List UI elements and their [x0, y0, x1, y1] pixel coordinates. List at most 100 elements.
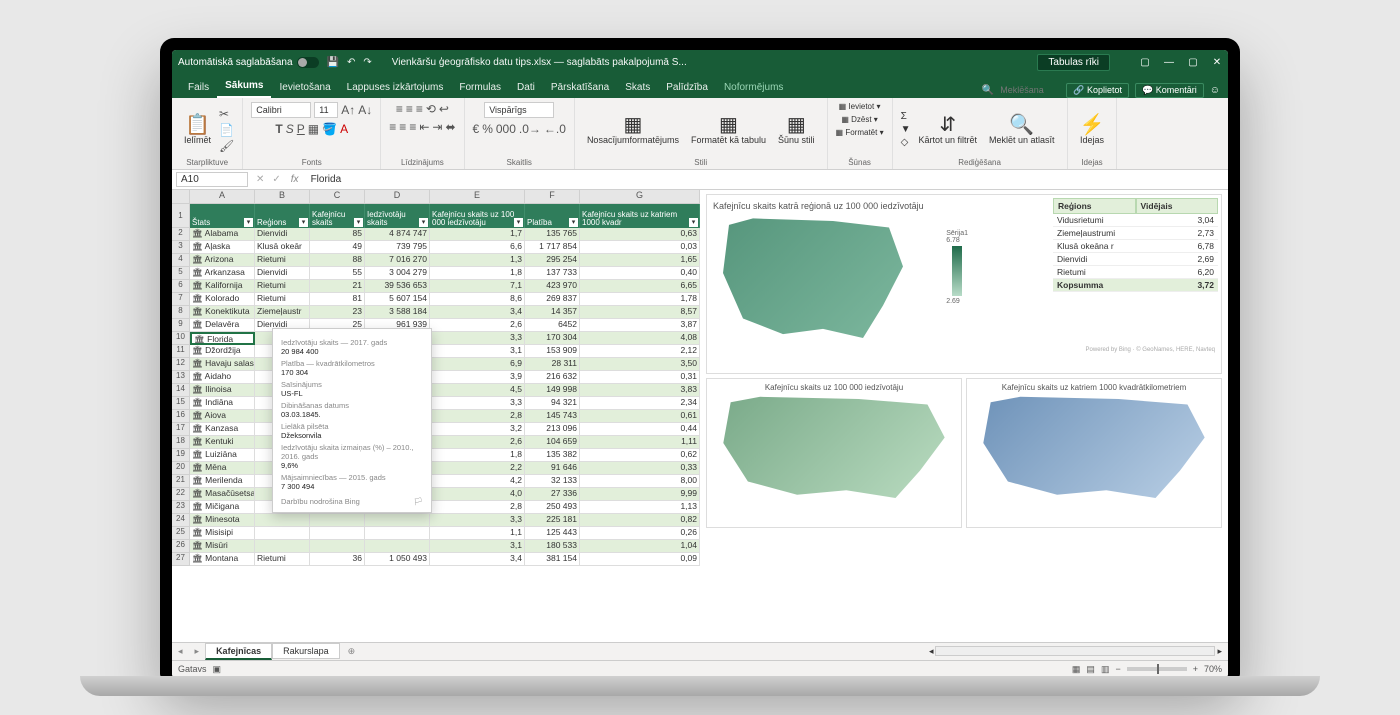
- worksheet-grid[interactable]: A B C D E F G 1 Štats▾ Reģions▾ Kafejnīc…: [172, 190, 700, 642]
- table-row[interactable]: 16 🏛 Aiova 2,8 145 743 0,61: [172, 410, 700, 423]
- table-row[interactable]: 3 🏛 Aļaska Klusā okeār 49 739 795 6,6 1 …: [172, 241, 700, 254]
- cut-icon[interactable]: ✂: [219, 107, 234, 121]
- pivot-row[interactable]: Vidusrietumi3,04: [1053, 214, 1218, 227]
- align-left-icon[interactable]: ≡: [389, 120, 396, 134]
- insert-cells-button[interactable]: ▦ Ievietot ▾: [839, 102, 881, 111]
- scroll-right-icon[interactable]: ▸: [1217, 646, 1222, 657]
- sheet-nav-prev[interactable]: ◂: [172, 646, 189, 657]
- decrease-font-icon[interactable]: A↓: [358, 103, 372, 117]
- indent-dec-icon[interactable]: ⇤: [419, 120, 429, 134]
- tab-help[interactable]: Palīdzība: [658, 78, 716, 98]
- bold-icon[interactable]: T: [275, 122, 282, 136]
- comments-button[interactable]: 💬 Komentāri: [1135, 83, 1204, 98]
- table-row[interactable]: 22 🏛 Masačūsetsa 4,0 27 336 9,99: [172, 488, 700, 501]
- format-as-table-button[interactable]: ▦Formatēt kā tabulu: [687, 112, 770, 148]
- delete-cells-button[interactable]: ▦ Dzēst ▾: [841, 115, 877, 124]
- tell-me-search[interactable]: [1000, 85, 1060, 95]
- close-icon[interactable]: ✕: [1212, 57, 1222, 68]
- filter-icon[interactable]: ▾: [244, 218, 253, 227]
- format-painter-icon[interactable]: 🖌: [219, 139, 234, 153]
- font-size[interactable]: 11: [314, 102, 338, 118]
- table-row[interactable]: 18 🏛 Kentuki 2,6 104 659 1,11: [172, 436, 700, 449]
- horizontal-scrollbar[interactable]: [935, 646, 1215, 656]
- tab-formulas[interactable]: Formulas: [451, 78, 509, 98]
- account-icon[interactable]: ☺: [1210, 85, 1220, 96]
- pivot-table[interactable]: ReģionsVidējais Vidusrietumi3,04Ziemeļau…: [1053, 198, 1218, 292]
- table-tools-tab[interactable]: Tabulas rīki: [1037, 54, 1110, 71]
- increase-font-icon[interactable]: A↑: [341, 103, 355, 117]
- fill-icon[interactable]: ▼: [901, 124, 911, 135]
- table-row[interactable]: 7 🏛 Kolorado Rietumi 81 5 607 154 8,6 26…: [172, 293, 700, 306]
- save-icon[interactable]: 💾: [327, 57, 339, 68]
- name-box[interactable]: A10: [176, 172, 248, 187]
- table-row[interactable]: 13 🏛 Aidaho 3,9 216 632 0,31: [172, 371, 700, 384]
- zoom-slider[interactable]: [1127, 667, 1187, 671]
- table-row[interactable]: 8 🏛 Konektikuta Ziemeļaustr 23 3 588 184…: [172, 306, 700, 319]
- table-row[interactable]: 4 🏛 Arizona Rietumi 88 7 016 270 1,3 295…: [172, 254, 700, 267]
- tab-home[interactable]: Sākums: [217, 76, 271, 98]
- autosave-toggle[interactable]: [297, 57, 319, 68]
- table-row[interactable]: 5 🏛 Arkanzasa Dienvidi 55 3 004 279 1,8 …: [172, 267, 700, 280]
- sheet-tab-2[interactable]: Rakurslapa: [272, 643, 340, 659]
- align-right-icon[interactable]: ≡: [409, 120, 416, 134]
- col-header-f[interactable]: F: [525, 190, 580, 204]
- table-row[interactable]: 10 🏛 Florida 3,3 170 304 4,08: [172, 332, 700, 345]
- formula-input[interactable]: Florida: [305, 174, 1228, 185]
- copy-icon[interactable]: 📄: [219, 123, 234, 137]
- col-header-a[interactable]: A: [190, 190, 255, 204]
- flag-icon[interactable]: 🏳: [413, 497, 423, 506]
- map-chart-3[interactable]: Kafejnīcu skaits uz katriem 1000 kvadrāt…: [966, 378, 1222, 528]
- indent-inc-icon[interactable]: ⇥: [432, 120, 442, 134]
- wrap-text-icon[interactable]: ↩: [439, 102, 449, 116]
- underline-icon[interactable]: P: [297, 122, 305, 136]
- col-header-b[interactable]: B: [255, 190, 310, 204]
- number-format[interactable]: Vispārīgs: [484, 102, 554, 118]
- table-row[interactable]: 21 🏛 Merilenda 4,2 32 133 8,00: [172, 475, 700, 488]
- tab-insert[interactable]: Ievietošana: [271, 78, 338, 98]
- view-pagelayout-icon[interactable]: ▤: [1086, 664, 1095, 675]
- table-row[interactable]: 23 🏛 Mičigana 2,8 250 493 1,13: [172, 501, 700, 514]
- pivot-row[interactable]: Ziemeļaustrumi2,73: [1053, 227, 1218, 240]
- table-row[interactable]: 6 🏛 Kalifornija Rietumi 21 39 536 653 7,…: [172, 280, 700, 293]
- tab-data[interactable]: Dati: [509, 78, 543, 98]
- tab-review[interactable]: Pārskatīšana: [543, 78, 617, 98]
- zoom-in-icon[interactable]: +: [1193, 664, 1198, 674]
- cond-format-button[interactable]: ▦Nosacījumformatējums: [583, 112, 683, 148]
- tab-view[interactable]: Skats: [617, 78, 658, 98]
- comma-icon[interactable]: 000: [496, 122, 516, 136]
- align-mid-icon[interactable]: ≡: [406, 102, 413, 116]
- fx-icon[interactable]: fx: [285, 174, 305, 185]
- orientation-icon[interactable]: ⟲: [426, 102, 436, 116]
- format-cells-button[interactable]: ▦ Formatēt ▾: [836, 128, 884, 137]
- scroll-left-icon[interactable]: ◂: [929, 646, 934, 657]
- col-header-g[interactable]: G: [580, 190, 700, 204]
- table-row[interactable]: 19 🏛 Luiziāna 1,8 135 382 0,62: [172, 449, 700, 462]
- col-header-c[interactable]: C: [310, 190, 365, 204]
- ribbon-display-icon[interactable]: ▢: [1140, 57, 1150, 68]
- share-button[interactable]: 🔗 Koplietot: [1066, 83, 1129, 98]
- fill-color-icon[interactable]: 🪣: [322, 122, 337, 136]
- zoom-level[interactable]: 70%: [1204, 664, 1222, 674]
- maximize-icon[interactable]: ▢: [1188, 57, 1198, 68]
- undo-icon[interactable]: ↶: [347, 57, 355, 68]
- align-top-icon[interactable]: ≡: [396, 102, 403, 116]
- pivot-row[interactable]: Klusā okeāna r6,78: [1053, 240, 1218, 253]
- table-row[interactable]: 15 🏛 Indiāna 3,3 94 321 2,34: [172, 397, 700, 410]
- autosum-icon[interactable]: Σ: [901, 111, 911, 122]
- sheet-tab-active[interactable]: Kafejnīcas: [205, 643, 272, 660]
- border-icon[interactable]: ▦: [308, 122, 319, 136]
- tab-file[interactable]: Fails: [180, 78, 217, 98]
- sheet-nav-next[interactable]: ▸: [189, 646, 206, 657]
- ideas-button[interactable]: ⚡Idejas: [1076, 112, 1109, 148]
- find-select-button[interactable]: 🔍Meklēt un atlasīt: [985, 112, 1059, 148]
- enter-formula-icon[interactable]: ✓: [268, 174, 284, 185]
- percent-icon[interactable]: %: [482, 122, 493, 136]
- zoom-out-icon[interactable]: −: [1115, 664, 1120, 674]
- macro-record-icon[interactable]: ▣: [213, 664, 222, 675]
- map-chart-2[interactable]: Kafejnīcu skaits uz 100 000 iedzīvotāju: [706, 378, 962, 528]
- col-header-e[interactable]: E: [430, 190, 525, 204]
- table-row[interactable]: 20 🏛 Mēna 2,2 91 646 0,33: [172, 462, 700, 475]
- table-row[interactable]: 12 🏛 Havaju salas 6,9 28 311 3,50: [172, 358, 700, 371]
- paste-button[interactable]: 📋Ielīmēt: [180, 112, 215, 148]
- font-color-icon[interactable]: A: [340, 122, 348, 136]
